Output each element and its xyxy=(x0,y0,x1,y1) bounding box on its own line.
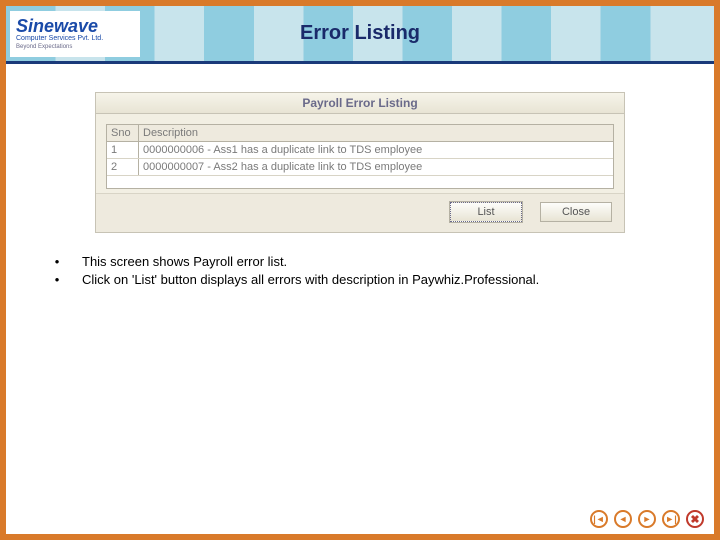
logo-tagline: Beyond Expectations xyxy=(16,44,134,50)
grid-header: Sno Description xyxy=(107,125,613,142)
slide-header: Sinewave Computer Services Pvt. Ltd. Bey… xyxy=(6,6,714,64)
logo: Sinewave Computer Services Pvt. Ltd. Bey… xyxy=(10,11,140,57)
nav-next-icon[interactable]: ► xyxy=(638,510,656,528)
nav-close-icon[interactable]: ✖ xyxy=(686,510,704,528)
cell-sno: 1 xyxy=(107,142,139,158)
cell-description: 0000000007 - Ass2 has a duplicate link t… xyxy=(139,159,613,175)
explanation-list: • This screen shows Payroll error list. … xyxy=(24,253,696,289)
cell-sno: 2 xyxy=(107,159,139,175)
grid-spacer xyxy=(107,176,613,188)
cell-description: 0000000006 - Ass1 has a duplicate link t… xyxy=(139,142,613,158)
bullet-icon: • xyxy=(32,253,82,271)
content-area: Payroll Error Listing Sno Description 1 … xyxy=(6,64,714,289)
list-button[interactable]: List xyxy=(450,202,522,222)
nav-prev-icon[interactable]: ◄ xyxy=(614,510,632,528)
table-row[interactable]: 2 0000000007 - Ass2 has a duplicate link… xyxy=(107,159,613,176)
nav-last-icon[interactable]: ►| xyxy=(662,510,680,528)
button-row: List Close xyxy=(96,193,624,232)
col-header-sno: Sno xyxy=(107,125,139,141)
bullet-text: This screen shows Payroll error list. xyxy=(82,253,287,271)
list-item: • Click on 'List' button displays all er… xyxy=(32,271,696,289)
error-grid: Sno Description 1 0000000006 - Ass1 has … xyxy=(106,124,614,189)
nav-first-icon[interactable]: |◄ xyxy=(590,510,608,528)
logo-subtitle: Computer Services Pvt. Ltd. xyxy=(16,35,134,43)
bullet-icon: • xyxy=(32,271,82,289)
window-body: Sno Description 1 0000000006 - Ass1 has … xyxy=(96,114,624,193)
window-title: Payroll Error Listing xyxy=(96,93,624,114)
list-item: • This screen shows Payroll error list. xyxy=(32,253,696,271)
logo-brand: Sinewave xyxy=(16,17,134,35)
close-button[interactable]: Close xyxy=(540,202,612,222)
page-title: Error Listing xyxy=(300,22,420,45)
table-row[interactable]: 1 0000000006 - Ass1 has a duplicate link… xyxy=(107,142,613,159)
bullet-text: Click on 'List' button displays all erro… xyxy=(82,271,539,289)
error-listing-window: Payroll Error Listing Sno Description 1 … xyxy=(95,92,625,233)
col-header-description: Description xyxy=(139,125,613,141)
slide-nav: |◄ ◄ ► ►| ✖ xyxy=(590,510,704,528)
